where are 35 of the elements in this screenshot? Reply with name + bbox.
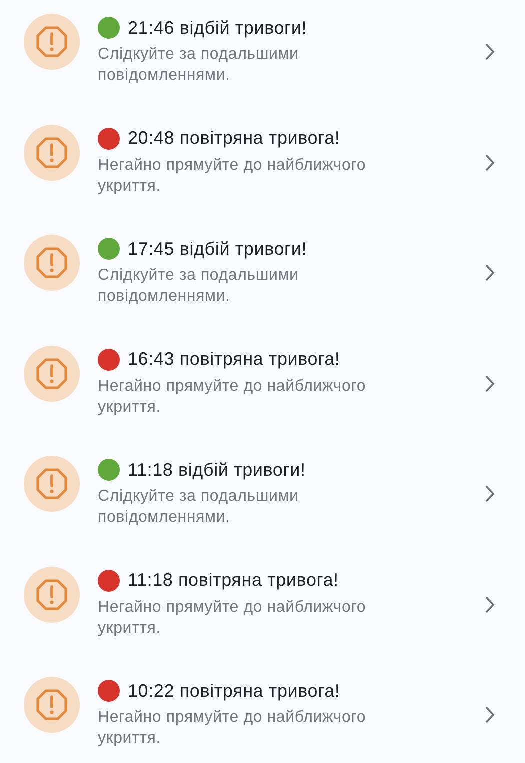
alert-title: 11:18 повітряна тривога! [128, 570, 339, 591]
alert-item[interactable]: 11:18 відбій тривоги! Слідкуйте за подальшими повідомленнями. [0, 456, 525, 566]
warning-icon [24, 456, 80, 512]
chevron-right-icon [485, 43, 495, 61]
chevron-right-icon [485, 154, 495, 172]
chevron-right-icon [485, 374, 495, 392]
alert-title: 20:48 повітряна тривога! [128, 128, 340, 149]
alert-message: Негайно прямуйте до найближчого укриття. [98, 708, 368, 749]
warning-icon [24, 14, 80, 70]
chevron-right-icon [485, 485, 495, 503]
alert-item[interactable]: 21:46 відбій тривоги! Слідкуйте за подальшими повідомленнями. [0, 14, 525, 124]
alert-item[interactable]: 16:43 повітряна тривога! Негайно прямуйте до найближчого укриття. [0, 346, 525, 456]
alert-message: Слідкуйте за подальшими повідомленнями. [98, 45, 300, 86]
alert-message: Негайно прямуйте до найближчого укриття. [98, 156, 368, 196]
alert-item[interactable]: 20:48 повітряна тривога! Негайно прямуйте до найближчого укриття. [0, 124, 525, 235]
warning-icon [24, 124, 80, 180]
warning-icon [24, 235, 80, 291]
alert-item[interactable]: 11:18 повітряна тривога! Негайно прямуйте до найближчого укриття. [0, 566, 525, 677]
warning-icon [24, 346, 80, 402]
alert-message: Слідкуйте за подальшими повідомленнями. [98, 266, 300, 307]
alert-title: 16:43 повітряна тривога! [128, 349, 340, 370]
alert-item[interactable]: 17:45 відбій тривоги! Слідкуйте за подальшими повідомленнями. [0, 235, 525, 346]
alert-item[interactable]: 10:22 повітряна тривога! Негайно прямуйте до найближчого укриття. [0, 677, 525, 763]
alert-title: 17:45 відбій тривоги! [128, 238, 308, 260]
chevron-right-icon [485, 596, 495, 614]
warning-icon [24, 677, 80, 733]
alert-message: Негайно прямуйте до найближчого укриття. [98, 376, 368, 418]
alert-title: 11:18 відбій тривоги! [128, 460, 306, 480]
alert-title: 10:22 повітряна тривога! [128, 680, 340, 702]
chevron-right-icon [485, 264, 495, 282]
warning-icon [24, 566, 80, 622]
alert-message: Негайно прямуйте до найближчого укриття. [98, 598, 368, 638]
chevron-right-icon [485, 706, 495, 724]
alert-title: 21:46 відбій тривоги! [128, 18, 308, 38]
alert-message: Слідкуйте за подальшими повідомленнями. [98, 487, 300, 528]
